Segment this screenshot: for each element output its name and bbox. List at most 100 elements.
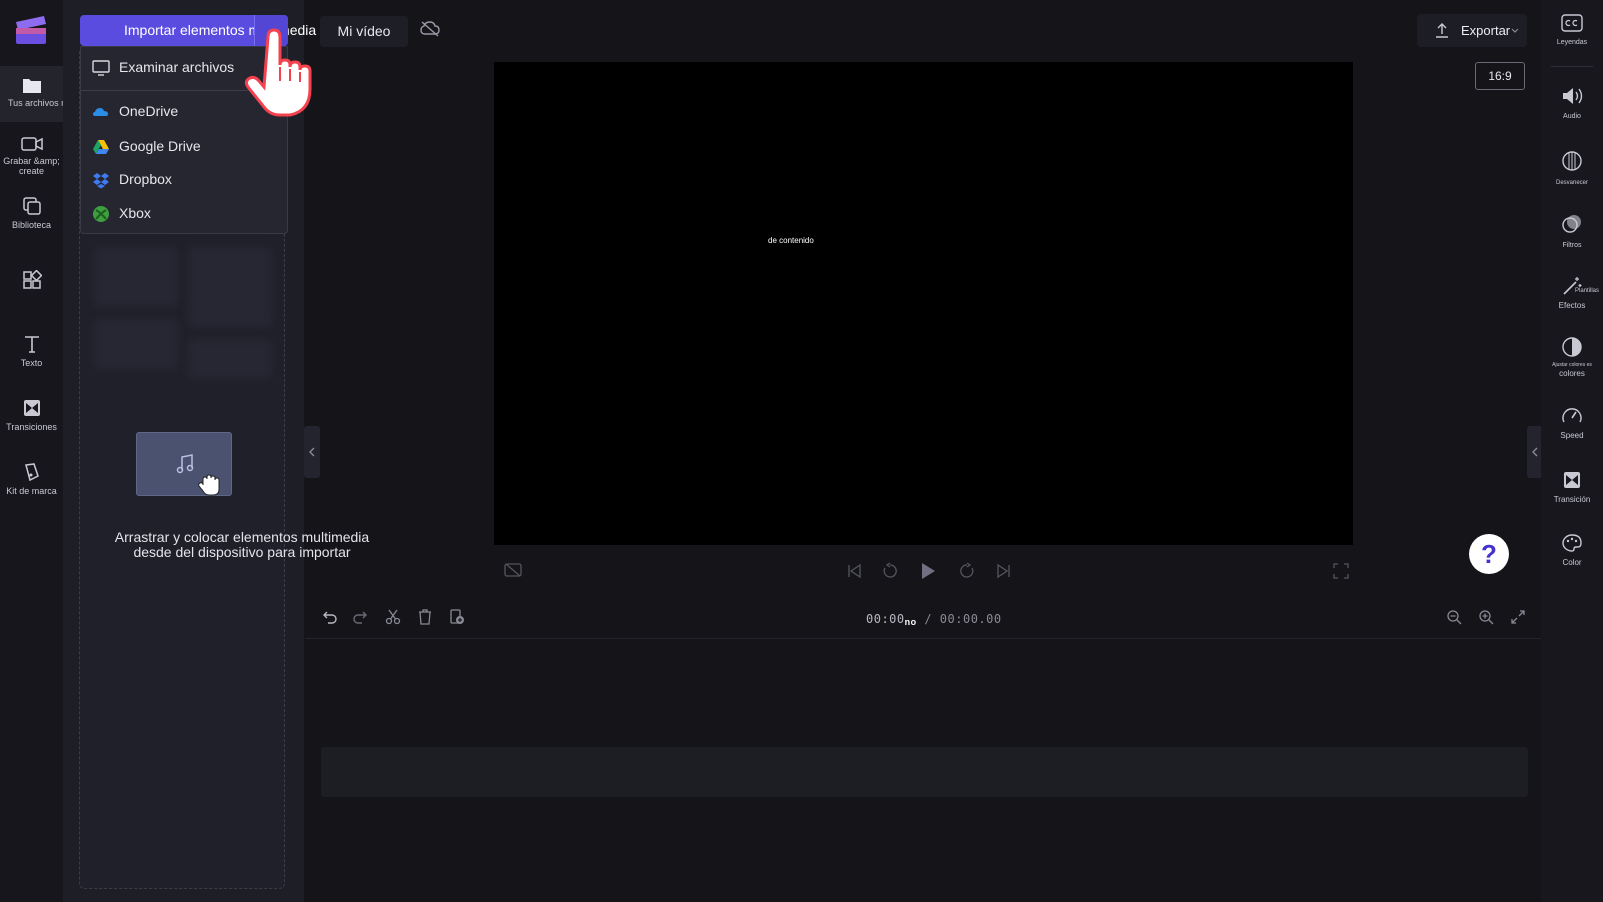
grab-hand-icon bbox=[198, 474, 220, 496]
google-drive-icon bbox=[93, 140, 109, 154]
redo-icon[interactable] bbox=[353, 609, 369, 625]
playhead-time: 00:00no / 00:00.00 bbox=[866, 612, 1002, 627]
rail-item-templates[interactable] bbox=[0, 270, 63, 294]
palette-icon bbox=[1562, 534, 1582, 552]
help-button[interactable]: ? bbox=[1469, 534, 1509, 574]
captions-icon bbox=[1561, 14, 1583, 32]
rail-label-filters: Filtros bbox=[1562, 242, 1582, 249]
right-rail-divider bbox=[1551, 66, 1593, 67]
adjust-colors-icon bbox=[1562, 337, 1582, 357]
menu-label-xbox: Xbox bbox=[119, 205, 151, 221]
dropbox-icon bbox=[93, 173, 109, 189]
trash-icon[interactable] bbox=[417, 609, 433, 625]
rail-item-library[interactable]: Biblioteca bbox=[0, 196, 63, 236]
filters-icon bbox=[1562, 215, 1581, 233]
total-time: / 00:00.00 bbox=[924, 612, 1002, 626]
menu-item-xbox[interactable]: Xbox bbox=[81, 197, 287, 230]
monitor-icon bbox=[92, 60, 110, 76]
add-to-timeline-icon[interactable] bbox=[449, 609, 465, 625]
current-time-suffix: no bbox=[904, 617, 917, 627]
rewind-5-icon[interactable] bbox=[881, 562, 899, 580]
preview-overlay-text: de contenido bbox=[768, 236, 814, 245]
rail-label-adjust-colors: colores bbox=[1559, 369, 1585, 378]
aspect-ratio-button[interactable]: 16:9 bbox=[1475, 62, 1525, 90]
rail-item-transition[interactable]: Transición bbox=[1541, 470, 1603, 505]
rail-label-transitions: Transiciones bbox=[6, 422, 57, 432]
rail-item-filters[interactable]: Filtros bbox=[1541, 213, 1603, 251]
rail-label-captions: Leyendas bbox=[1556, 39, 1588, 46]
rail-item-color[interactable]: Color bbox=[1541, 533, 1603, 568]
drop-media-card bbox=[136, 432, 232, 496]
rail-label-transition: Transición bbox=[1553, 495, 1591, 504]
chevron-left-icon bbox=[309, 447, 315, 457]
right-sidebar: Leyendas Audio Desvanecer Filtros Planti… bbox=[1541, 0, 1603, 902]
menu-label-onedrive: OneDrive bbox=[119, 103, 179, 119]
zoom-in-icon[interactable] bbox=[1478, 609, 1494, 625]
chevron-down-icon bbox=[1511, 28, 1519, 33]
rail-label-fade: Desvanecer bbox=[1555, 180, 1588, 186]
fit-timeline-icon[interactable] bbox=[1510, 609, 1526, 625]
speed-gauge-icon bbox=[1562, 408, 1582, 423]
current-time: 00:00 bbox=[866, 612, 905, 626]
video-preview[interactable]: de contenido bbox=[494, 62, 1353, 545]
rail-item-transitions[interactable]: Transiciones bbox=[0, 398, 63, 438]
export-label: Exportar bbox=[1461, 23, 1511, 38]
undo-icon[interactable] bbox=[321, 609, 337, 625]
zoom-out-icon[interactable] bbox=[1446, 609, 1462, 625]
skip-back-icon[interactable] bbox=[846, 563, 862, 579]
rail-item-record[interactable]: Grabar &amp; create bbox=[0, 136, 63, 182]
play-icon[interactable] bbox=[919, 561, 937, 581]
rail-item-text[interactable]: Texto bbox=[0, 334, 63, 374]
rail-item-media[interactable]: Tus archivos multimedia bbox=[0, 66, 105, 122]
left-sidebar: Tus archivos multimedia Grabar &amp; cre… bbox=[0, 0, 105, 902]
rail-item-captions[interactable]: Leyendas bbox=[1541, 14, 1603, 48]
onedrive-icon bbox=[93, 108, 108, 116]
speaker-icon bbox=[1563, 88, 1583, 104]
timeline-track[interactable] bbox=[321, 747, 1528, 797]
menu-label-browse-files: Examinar archivos bbox=[119, 59, 235, 75]
rail-item-brand-kit[interactable]: Kit de marca bbox=[0, 462, 63, 502]
scissors-icon[interactable] bbox=[385, 609, 401, 625]
rail-label-templates: Plantillas bbox=[1575, 288, 1600, 294]
rail-item-audio[interactable]: Audio bbox=[1541, 86, 1603, 122]
templates-grid-icon bbox=[22, 270, 42, 289]
video-camera-icon bbox=[20, 137, 43, 151]
menu-item-dropbox[interactable]: Dropbox bbox=[81, 163, 287, 196]
pointer-hand-cursor-icon bbox=[244, 28, 312, 117]
project-title[interactable]: Mi vídeo bbox=[320, 16, 408, 47]
rail-item-fade[interactable]: Desvanecer bbox=[1541, 150, 1603, 188]
rail-label-audio: Audio bbox=[1563, 113, 1581, 120]
rail-label-media: Tus archivos multimedia bbox=[8, 98, 105, 108]
transition-icon bbox=[23, 400, 40, 416]
forward-5-icon[interactable] bbox=[958, 562, 976, 580]
collapse-left-panel-button[interactable] bbox=[304, 426, 320, 478]
fade-icon bbox=[1562, 151, 1582, 171]
folder-icon bbox=[22, 79, 41, 93]
cloud-offline-icon[interactable] bbox=[420, 20, 440, 38]
menu-label-google-drive: Google Drive bbox=[119, 138, 201, 154]
skip-forward-icon[interactable] bbox=[996, 563, 1012, 579]
rail-label-library: Biblioteca bbox=[11, 220, 52, 230]
xbox-icon bbox=[93, 206, 109, 222]
rail-item-effects[interactable]: Plantillas Efectos bbox=[1541, 276, 1603, 311]
clipchamp-logo-icon[interactable] bbox=[14, 14, 48, 46]
upload-icon bbox=[1436, 23, 1448, 38]
rail-label-effects: Efectos bbox=[1558, 301, 1586, 310]
chevron-left-icon bbox=[1532, 447, 1538, 457]
menu-label-dropbox: Dropbox bbox=[119, 171, 172, 187]
hide-preview-icon[interactable] bbox=[504, 562, 522, 578]
rail-label-text: Texto bbox=[20, 358, 43, 368]
rail-label-brand-kit: Kit de marca bbox=[6, 486, 57, 496]
rail-item-adjust-colors[interactable]: Ajustar colores es colores bbox=[1541, 336, 1603, 379]
library-icon bbox=[22, 197, 41, 215]
rail-label-color: Color bbox=[1562, 558, 1582, 567]
fullscreen-icon[interactable] bbox=[1333, 563, 1349, 579]
drop-instructions: Arrastrar y colocar elementos multimedia… bbox=[114, 529, 370, 560]
music-note-icon bbox=[176, 454, 194, 474]
brand-kit-icon bbox=[24, 463, 39, 482]
menu-item-google-drive[interactable]: Google Drive bbox=[81, 130, 287, 163]
rail-label-adjust-colors-top: Ajustar colores es bbox=[1552, 362, 1592, 368]
rail-item-speed[interactable]: Speed bbox=[1541, 406, 1603, 441]
export-button[interactable]: Exportar bbox=[1417, 14, 1527, 47]
transition-icon bbox=[1564, 472, 1580, 488]
